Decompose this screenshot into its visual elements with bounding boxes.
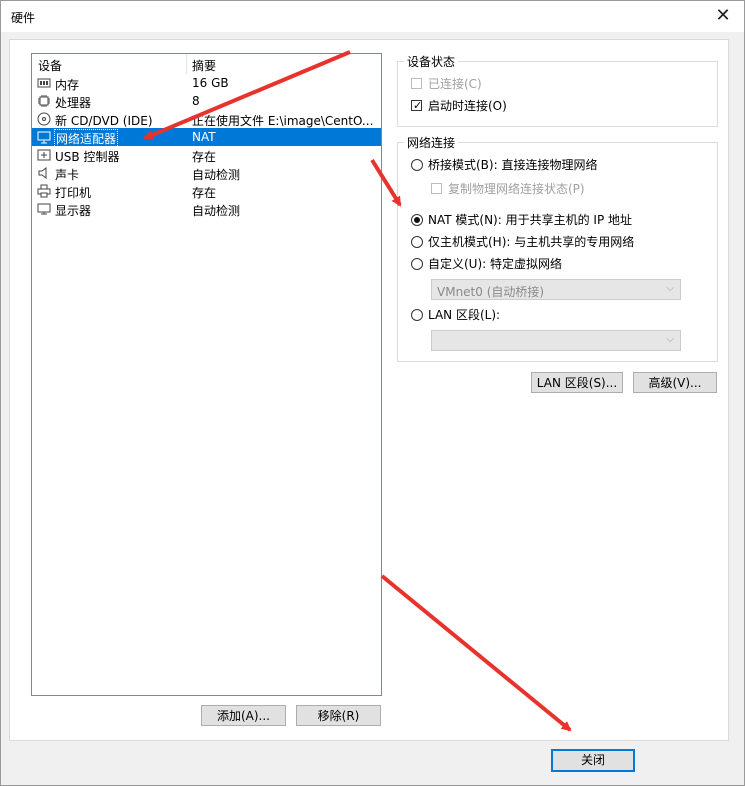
annotation-arrows bbox=[143, 50, 572, 732]
arrow-to-nat-mode bbox=[370, 158, 402, 207]
arrow-to-close-button bbox=[380, 574, 572, 732]
arrow-to-network-adapter bbox=[143, 50, 351, 140]
